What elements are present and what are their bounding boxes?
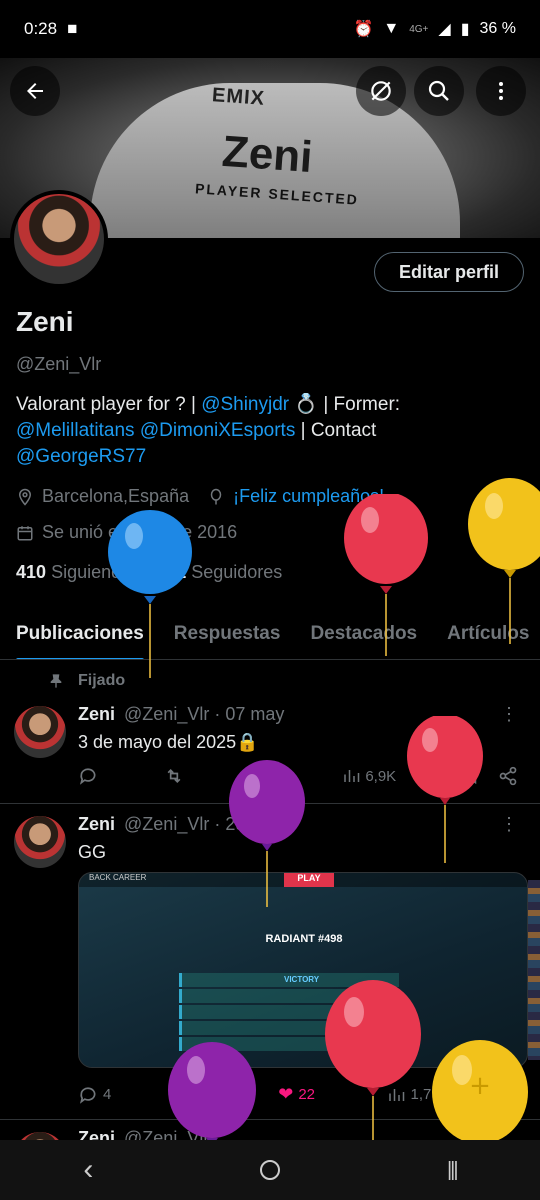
retweet-button[interactable] bbox=[163, 766, 185, 786]
reply-count: 4 bbox=[103, 1086, 112, 1103]
tweet-text: GG bbox=[78, 842, 107, 862]
following-count: 410 bbox=[16, 562, 47, 582]
edit-profile-button[interactable]: Editar perfil bbox=[374, 252, 524, 292]
balloon-icon bbox=[210, 488, 222, 504]
tweet-author[interactable]: Zeni bbox=[78, 814, 115, 834]
bio-mention-georgers77[interactable]: @GeorgeRS77 bbox=[16, 446, 146, 467]
tweet-handle: @Zeni_Vlr bbox=[124, 704, 210, 724]
bio-mention-melillatitans[interactable]: @Melillatitans bbox=[16, 420, 135, 441]
tweet-avatar[interactable] bbox=[14, 816, 66, 868]
media-back-text: BACK CAREER bbox=[89, 873, 147, 882]
profile-bio: Valorant player for ? | @Shinyjdr 💍 | Fo… bbox=[16, 392, 526, 470]
media-side-strip bbox=[528, 880, 540, 1060]
tweet-author[interactable]: Zeni bbox=[78, 704, 115, 724]
battery-level: 36 % bbox=[479, 20, 516, 37]
search-button[interactable] bbox=[414, 66, 464, 116]
tweet-text: 3 de mayo del 2025🔒 bbox=[78, 732, 259, 752]
bio-text-2: 💍 | Former: bbox=[289, 394, 401, 415]
banner-name: Zeni bbox=[220, 126, 315, 183]
nav-home-icon[interactable] bbox=[260, 1160, 281, 1180]
status-bar: 0:28 ■ ⏰ ▼ 4G+ ◢ ▮ 36 % bbox=[0, 0, 540, 58]
more-options-button[interactable] bbox=[476, 66, 526, 116]
wifi-icon: ▼ bbox=[383, 20, 400, 37]
profile-meta-row: Barcelona,España ¡Feliz cumpleaños! bbox=[16, 486, 384, 507]
notification-icon: ■ bbox=[67, 19, 78, 38]
more-vertical-icon bbox=[499, 82, 503, 100]
tweet-more-icon[interactable]: ⋮ bbox=[500, 704, 518, 725]
reply-button[interactable] bbox=[78, 766, 98, 786]
like-button[interactable]: ❤ 22 bbox=[278, 1084, 315, 1105]
grok-button[interactable] bbox=[356, 66, 406, 116]
status-time: 0:28 bbox=[24, 19, 58, 38]
back-button[interactable] bbox=[10, 66, 60, 116]
balloon-red-small bbox=[407, 716, 483, 863]
grok-icon bbox=[371, 81, 391, 101]
display-name: Zeni bbox=[16, 306, 74, 337]
tweet-header: Zeni @Zeni_Vlr · 2d bbox=[78, 814, 245, 835]
battery-icon: ▮ bbox=[460, 21, 470, 38]
media-victory-text: VICTORY bbox=[284, 975, 320, 984]
svg-text:+: + bbox=[469, 1071, 491, 1101]
search-icon bbox=[428, 80, 449, 101]
profile-avatar[interactable] bbox=[10, 190, 108, 288]
balloon-pink bbox=[325, 980, 421, 1146]
bio-mention-shinyjdr[interactable]: @Shinyjdr bbox=[201, 394, 289, 415]
retweet-icon bbox=[168, 768, 181, 784]
followers-label: Seguidores bbox=[191, 562, 283, 582]
views-button[interactable]: 6,9K bbox=[342, 767, 396, 785]
views-icon bbox=[344, 770, 360, 782]
reply-icon bbox=[79, 768, 96, 785]
like-count: 22 bbox=[298, 1086, 316, 1103]
bio-mention-dimonix[interactable]: @DimoniXEsports bbox=[140, 420, 296, 441]
nav-back-icon[interactable]: ‹ bbox=[83, 1153, 93, 1187]
arrow-left-icon bbox=[27, 83, 43, 99]
profile-tabs: Publicaciones Respuestas Destacados Artí… bbox=[0, 608, 540, 660]
tweet-handle: @Zeni_Vlr bbox=[124, 814, 210, 834]
balloon-yellow bbox=[468, 478, 540, 644]
reply-icon bbox=[79, 1086, 96, 1104]
tweet-more-icon[interactable]: ⋮ bbox=[500, 814, 518, 835]
user-handle: @Zeni_Vlr bbox=[16, 354, 102, 374]
bio-text-3: | Contact bbox=[295, 420, 377, 441]
balloon-red bbox=[344, 494, 428, 656]
tweet-header: Zeni @Zeni_Vlr · 07 may bbox=[78, 704, 284, 725]
location-text: Barcelona,España bbox=[42, 486, 190, 506]
banner-brand: EMIX bbox=[211, 84, 266, 110]
system-nav-bar: ‹ ||| bbox=[0, 1140, 540, 1200]
share-icon[interactable] bbox=[498, 766, 518, 786]
calendar-icon bbox=[17, 525, 33, 540]
bio-text-1: Valorant player for ? | bbox=[16, 394, 202, 415]
tweet-date: · 07 may bbox=[214, 704, 285, 724]
location-icon bbox=[18, 488, 32, 506]
alarm-icon: ⏰ bbox=[353, 21, 374, 38]
heart-icon: ❤ bbox=[278, 1084, 294, 1104]
signal-icon: ◢ bbox=[438, 21, 451, 38]
media-rank-text: RADIANT #498 bbox=[265, 933, 343, 945]
views-count: 6,9K bbox=[365, 767, 397, 785]
balloon-blue bbox=[108, 510, 192, 678]
reply-button[interactable]: 4 bbox=[78, 1085, 111, 1105]
nav-recents-icon[interactable]: ||| bbox=[447, 1159, 459, 1182]
balloon-purple bbox=[229, 760, 305, 907]
tweet-avatar[interactable] bbox=[14, 706, 66, 758]
network-label: 4G+ bbox=[409, 23, 429, 35]
